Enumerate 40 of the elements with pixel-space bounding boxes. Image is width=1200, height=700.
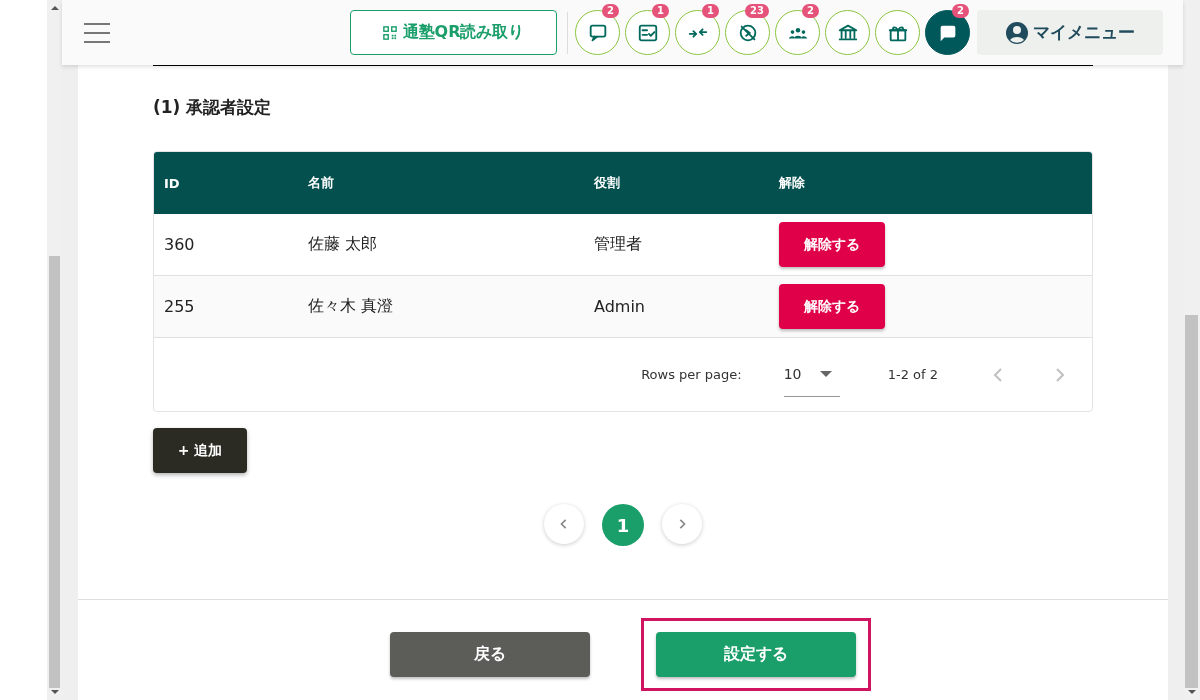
menu-icon[interactable]: [84, 22, 110, 43]
table-cell-text: 佐藤 太郎: [307, 234, 379, 255]
my-menu-button[interactable]: マイメニュー: [977, 10, 1163, 55]
remove-button[interactable]: 解除する: [779, 284, 885, 329]
notification-badge: 1: [702, 4, 719, 18]
account-icon: [1005, 20, 1029, 45]
header-icon-button[interactable]: [875, 10, 920, 55]
scroll-down-arrow-icon[interactable]: [1187, 690, 1196, 694]
page-range-text: 1-2 of 2: [887, 367, 938, 382]
notification-badge: 2: [802, 4, 819, 18]
scroll-down-arrow-icon[interactable]: [50, 690, 59, 694]
notification-badge: 1: [652, 4, 669, 18]
dropdown-caret-icon: [819, 371, 832, 377]
table-cell-text: Admin: [593, 297, 646, 316]
scroll-up-arrow-icon[interactable]: [50, 6, 59, 10]
table-cell-text: 佐々木 真澄: [307, 296, 395, 317]
table-cell-text: 管理者: [593, 234, 643, 255]
submit-button[interactable]: 設定する: [656, 632, 856, 677]
select-value: 10: [783, 366, 802, 382]
column-header: 役割: [593, 174, 621, 192]
table-cell-text: 360: [163, 235, 196, 254]
section-title: (1) 承認者設定: [153, 65, 1093, 121]
remove-button[interactable]: 解除する: [779, 222, 885, 267]
rows-per-page-label: Rows per page:: [641, 367, 742, 382]
column-header: ID: [163, 175, 181, 191]
column-header: 名前: [307, 174, 335, 192]
scrollbar-thumb[interactable]: [49, 256, 60, 688]
notification-badge: 2: [952, 4, 969, 18]
scrollbar-thumb[interactable]: [1185, 315, 1198, 688]
notification-badge: 23: [745, 4, 769, 18]
qr-code-icon: [382, 25, 397, 40]
table-cell-text: 255: [163, 297, 196, 316]
rows-per-page-select[interactable]: 10: [783, 352, 840, 397]
column-header: 解除: [778, 174, 806, 192]
qr-reader-button[interactable]: 通塾QR読み取り: [350, 10, 557, 55]
back-button[interactable]: 戻る: [390, 632, 590, 677]
notification-badge: 2: [602, 4, 619, 18]
header-icon-button[interactable]: [825, 10, 870, 55]
add-button[interactable]: + 追加: [153, 428, 247, 473]
page-number-button[interactable]: 1: [602, 504, 644, 546]
